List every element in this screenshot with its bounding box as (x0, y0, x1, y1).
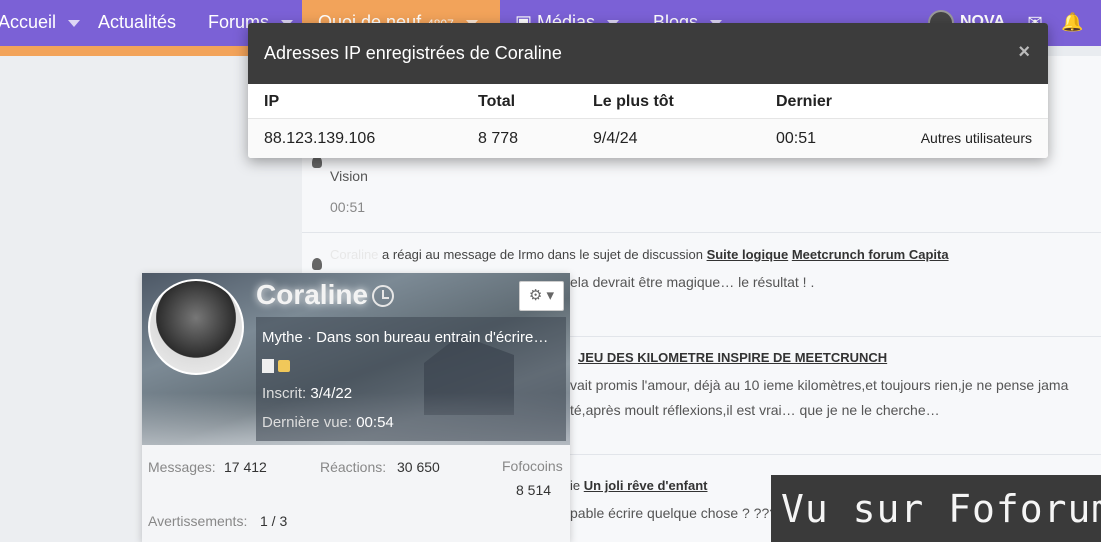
thread-link[interactable]: Suite logique (707, 247, 789, 262)
lock-icon (278, 359, 290, 372)
history-icon[interactable] (372, 285, 394, 307)
nav-label: Actualités (98, 12, 177, 32)
chevron-down-icon: ▾ (542, 287, 555, 304)
feed-context-text: ie (570, 478, 581, 493)
last-seen-line: Dernière vue: 00:54 (262, 414, 394, 431)
feed-divider (302, 232, 1101, 233)
warnings-label: Avertissements: (148, 513, 248, 529)
last-seen-cell: 00:51 (776, 130, 817, 147)
feed-item-headline: Coraline a réagi au message de Irmo dans… (330, 247, 949, 262)
member-name[interactable]: Coraline (256, 279, 368, 311)
column-header-total: Total (478, 93, 516, 110)
joined-label: Inscrit: (262, 385, 307, 402)
member-badges (262, 357, 290, 373)
book-icon (262, 358, 274, 373)
avatar[interactable] (148, 279, 244, 375)
column-header-first: Le plus tôt (593, 93, 674, 110)
joined-line: Inscrit: 3/4/22 (262, 385, 352, 402)
feed-item-snippet: té,après moult réflexions,il est vrai… q… (570, 402, 940, 418)
reactions-value: 30 650 (397, 459, 440, 475)
feed-target-user[interactable]: Irmo (518, 247, 544, 262)
member-title: Mythe · Dans son bureau entrain d'écrire… (262, 329, 549, 346)
column-header-last: Dernier (776, 93, 833, 110)
bell-icon[interactable]: 🔔 (1061, 12, 1083, 34)
watermark-text: Vu sur Foforum (781, 487, 1101, 531)
feed-item-snippet: pable écrire quelque chose ? ??? (570, 505, 778, 521)
fofocoins-label: Fofocoins (502, 458, 563, 474)
gear-icon: ⚙ (528, 287, 543, 304)
member-info-box: Mythe · Dans son bureau entrain d'écrire… (256, 317, 566, 441)
feed-item-headline: JEU DES KILOMETRE INSPIRE DE MEETCRUNCH (578, 350, 887, 365)
modal-title: Adresses IP enregistrées de Coraline (264, 43, 562, 63)
ip-addresses-modal: Adresses IP enregistrées de Coraline × I… (248, 23, 1048, 158)
profile-banner: Coraline ⚙ ▾ Mythe · Dans son bureau ent… (142, 273, 570, 445)
modal-header: Adresses IP enregistrées de Coraline × (248, 23, 1048, 84)
close-icon[interactable]: × (1018, 41, 1030, 64)
feed-item-time: 00:51 (330, 199, 366, 215)
feed-item-snippet: vait promis l'amour, déjà au 10 ieme kil… (570, 377, 1069, 393)
member-tooltip-card: Coraline ⚙ ▾ Mythe · Dans son bureau ent… (142, 273, 570, 542)
ip-address-cell: 88.123.139.106 (264, 130, 376, 147)
feed-item-text: Vision (330, 168, 368, 184)
settings-dropdown-button[interactable]: ⚙ ▾ (519, 281, 564, 311)
chevron-down-icon[interactable] (68, 19, 81, 27)
joined-value: 3/4/22 (310, 385, 353, 402)
first-seen-cell: 9/4/24 (593, 130, 638, 147)
nav-item-accueil[interactable]: Accueil (0, 0, 81, 46)
feed-context-text: dans le sujet de discussion (547, 247, 703, 262)
total-cell: 8 778 (478, 130, 519, 147)
watermark-overlay: Vu sur Foforum (771, 475, 1101, 542)
feed-action-text: a réagi au message de (382, 247, 515, 262)
last-seen-label: Dernière vue: (262, 414, 353, 431)
fofocoins-value: 8 514 (516, 482, 552, 498)
nav-item-actualites[interactable]: Actualités (98, 0, 176, 46)
messages-value[interactable]: 17 412 (224, 459, 267, 475)
feed-item-headline: ie Un joli rêve d'enfant (570, 478, 707, 493)
other-users-link[interactable]: Autres utilisateurs (921, 130, 1032, 146)
feed-item-snippet: ela devrait être magique… le résultat ! … (570, 274, 815, 290)
messages-label: Messages: (148, 459, 216, 475)
forum-link[interactable]: Meetcrunch forum Capita (792, 247, 949, 262)
avatar (312, 258, 322, 270)
last-seen-value: 00:54 (356, 414, 394, 431)
thread-link[interactable]: Un joli rêve d'enfant (584, 478, 708, 493)
nav-label: Accueil (0, 12, 57, 32)
reactions-label: Réactions: (320, 459, 387, 475)
warnings-value: 1 / 3 (260, 513, 288, 529)
feed-username[interactable]: Coraline (330, 247, 378, 262)
thread-link[interactable]: JEU DES KILOMETRE INSPIRE DE MEETCRUNCH (578, 350, 887, 365)
column-header-ip: IP (264, 93, 280, 110)
